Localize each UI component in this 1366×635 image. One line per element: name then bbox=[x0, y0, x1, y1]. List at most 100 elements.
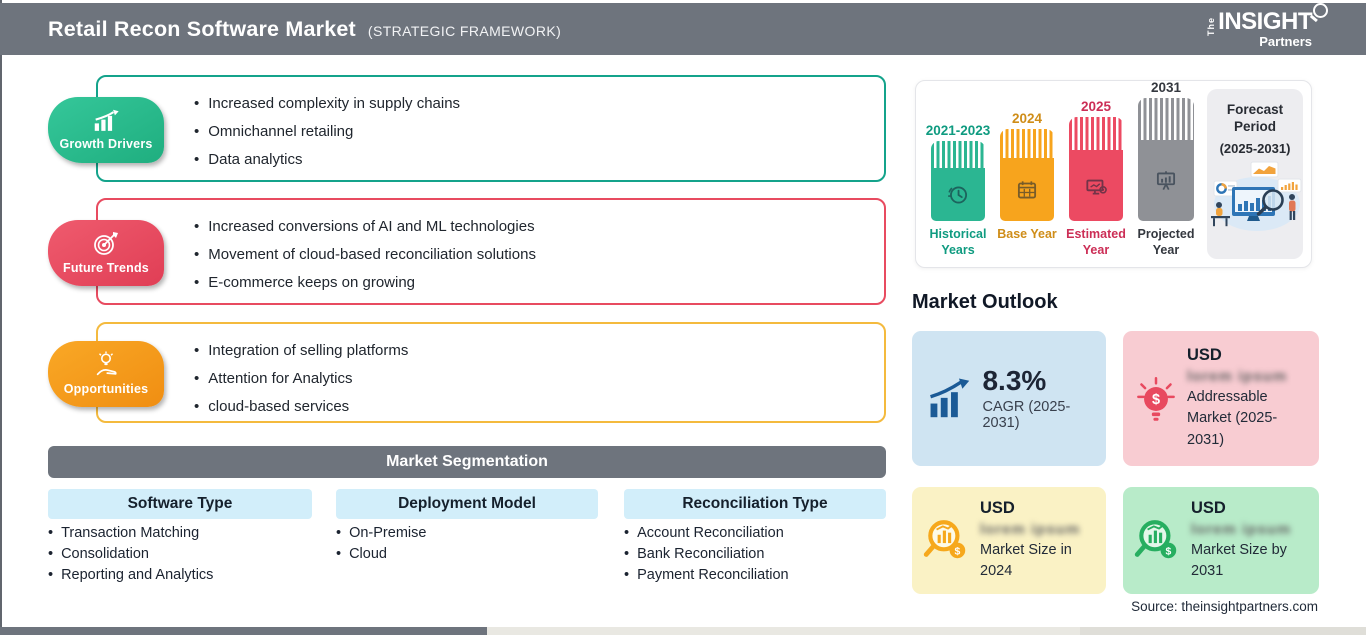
deployment-model-list: On-Premise Cloud bbox=[336, 523, 426, 565]
future-trends-list: Increased conversions of AI and ML techn… bbox=[98, 200, 884, 297]
header-title-group: Retail Recon Software Market (STRATEGIC … bbox=[48, 17, 561, 42]
monitor-gear-icon bbox=[1086, 179, 1107, 194]
opportunities-panel: Opportunities Integration of selling pla… bbox=[48, 322, 886, 423]
bar-year: 2021-2023 bbox=[925, 123, 991, 138]
bulb-dollar-icon: $ bbox=[1137, 376, 1175, 421]
currency-label: USD bbox=[980, 498, 1015, 517]
bar bbox=[1069, 117, 1123, 221]
bar-solid-segment bbox=[1069, 150, 1123, 221]
list-item: Data analytics bbox=[194, 146, 884, 174]
list-item: Transaction Matching bbox=[48, 523, 213, 544]
bar bbox=[1000, 129, 1054, 221]
magnifier-chart-green-icon: $ bbox=[1134, 519, 1177, 558]
future-trends-panel: Future Trends Increased conversions of A… bbox=[48, 198, 886, 305]
forecast-period-panel: Forecast Period (2025-2031) bbox=[1207, 89, 1303, 259]
timeline-bar-estimated: 2025 Estimated Year bbox=[1064, 99, 1128, 259]
bar bbox=[931, 141, 985, 221]
timeline-bar-historical: 2021-2023 Historical Years bbox=[925, 123, 991, 259]
opportunities-list: Integration of selling platforms Attenti… bbox=[98, 324, 884, 421]
segment-header-reconciliation-type: Reconciliation Type bbox=[624, 489, 886, 519]
bottom-strip-muted bbox=[1080, 627, 1366, 635]
list-item: Payment Reconciliation bbox=[624, 565, 789, 586]
opportunities-badge: Opportunities bbox=[48, 340, 164, 407]
market-size-2031-card: $ USD lorem ipsum Market Size by 2031 bbox=[1123, 487, 1319, 594]
forecast-title: Forecast Period bbox=[1226, 102, 1284, 134]
list-item: E-commerce keeps on growing bbox=[194, 269, 884, 297]
list-item: cloud-based services bbox=[194, 393, 884, 421]
segment-header-software-type: Software Type bbox=[48, 489, 312, 519]
bar-stripe-segment bbox=[1138, 98, 1194, 140]
history-clock-icon bbox=[947, 185, 968, 204]
list-item: Attention for Analytics bbox=[194, 365, 884, 393]
cagr-text-group: 8.3% CAGR (2025-2031) bbox=[982, 365, 1106, 431]
analytics-illustration bbox=[1211, 161, 1302, 231]
list-item: Movement of cloud-based reconciliation s… bbox=[194, 241, 884, 269]
logo-the-text: The bbox=[1206, 17, 1217, 37]
growth-drivers-list: Increased complexity in supply chains Om… bbox=[98, 77, 884, 174]
addressable-text-group: USD lorem ipsum Addressable Market (2025… bbox=[1187, 346, 1305, 450]
svg-text:$: $ bbox=[955, 546, 961, 557]
cagr-growth-icon bbox=[930, 378, 970, 417]
bottom-strip-dark bbox=[0, 627, 487, 635]
reconciliation-type-list: Account Reconciliation Bank Reconciliati… bbox=[624, 523, 789, 586]
cagr-label: CAGR (2025-2031) bbox=[982, 398, 1071, 431]
list-item: Reporting and Analytics bbox=[48, 565, 213, 586]
bar-stripe-segment bbox=[1069, 117, 1123, 150]
list-item: Account Reconciliation bbox=[624, 523, 789, 544]
currency-label: USD bbox=[1187, 346, 1222, 365]
timeline-bar-projected: 2031 Projected Year bbox=[1133, 80, 1199, 259]
card-label: Market Size in 2024 bbox=[980, 541, 1072, 579]
blurred-value: lorem ipsum bbox=[1187, 368, 1288, 386]
header-bar: Retail Recon Software Market (STRATEGIC … bbox=[0, 3, 1366, 55]
bar-solid-segment bbox=[1138, 140, 1194, 221]
magnifier-chart-orange-icon: $ bbox=[923, 519, 966, 558]
market-size-2024-card: $ USD lorem ipsum Market Size in 2024 bbox=[912, 487, 1106, 594]
presentation-chart-icon bbox=[1156, 170, 1176, 190]
list-item: On-Premise bbox=[336, 523, 426, 544]
future-trends-badge: Future Trends bbox=[48, 219, 164, 286]
segment-header-deployment-model: Deployment Model bbox=[336, 489, 598, 519]
badge-label: Future Trends bbox=[63, 261, 149, 275]
timeline-chart: 2021-2023 Historical Years 2024 Base Yea… bbox=[915, 80, 1312, 268]
addressable-market-card: $ USD lorem ipsum Addressable Market (20… bbox=[1123, 331, 1319, 466]
list-item: Bank Reconciliation bbox=[624, 544, 789, 565]
bar bbox=[1138, 98, 1194, 221]
card-label: Addressable Market (2025-2031) bbox=[1187, 389, 1278, 448]
target-icon bbox=[94, 232, 118, 255]
bar-solid-segment bbox=[1000, 158, 1054, 221]
list-item: Integration of selling platforms bbox=[194, 337, 884, 365]
bar-label: Projected Year bbox=[1137, 227, 1195, 257]
bar-chart-growth-icon bbox=[94, 109, 119, 131]
badge-label: Growth Drivers bbox=[59, 136, 153, 151]
list-item: Consolidation bbox=[48, 544, 213, 565]
list-item: Cloud bbox=[336, 544, 426, 565]
bar-label: Historical Years bbox=[929, 227, 987, 257]
source-attribution: Source: theinsightpartners.com bbox=[1131, 599, 1318, 614]
svg-text:$: $ bbox=[1152, 392, 1160, 408]
blurred-value: lorem ipsum bbox=[980, 520, 1081, 538]
list-item: Increased complexity in supply chains bbox=[194, 90, 884, 118]
bar-year: 2025 bbox=[1080, 99, 1112, 114]
market-size-2024-text-group: USD lorem ipsum Market Size in 2024 bbox=[980, 499, 1098, 582]
forecast-range: (2025-2031) bbox=[1219, 140, 1291, 156]
bulb-hand-icon bbox=[96, 351, 117, 376]
bar-stripe-segment bbox=[931, 141, 985, 168]
growth-drivers-panel: Growth Drivers Increased complexity in s… bbox=[48, 75, 886, 182]
cagr-value: 8.3% bbox=[982, 365, 1047, 397]
infographic-page: Retail Recon Software Market (STRATEGIC … bbox=[0, 0, 1366, 635]
list-item: Increased conversions of AI and ML techn… bbox=[194, 213, 884, 241]
currency-label: USD bbox=[1191, 498, 1226, 517]
logo-insight-text: INSIGHT bbox=[1218, 8, 1312, 35]
badge-label: Opportunities bbox=[63, 382, 149, 396]
magnifier-icon bbox=[1313, 3, 1328, 18]
page-subtitle: (STRATEGIC FRAMEWORK) bbox=[367, 22, 562, 39]
list-item: Omnichannel retailing bbox=[194, 118, 884, 146]
insight-partners-logo: The INSIGHT Partners bbox=[1206, 3, 1328, 48]
market-outlook-heading: Market Outlook bbox=[912, 291, 1058, 313]
bar-year: 2031 bbox=[1150, 80, 1182, 95]
bottom-strip bbox=[0, 627, 1366, 635]
bar-label: Estimated Year bbox=[1066, 227, 1126, 257]
bar-label: Base Year bbox=[997, 227, 1057, 241]
software-type-list: Transaction Matching Consolidation Repor… bbox=[48, 523, 213, 586]
market-segmentation-header: Market Segmentation bbox=[48, 446, 886, 478]
